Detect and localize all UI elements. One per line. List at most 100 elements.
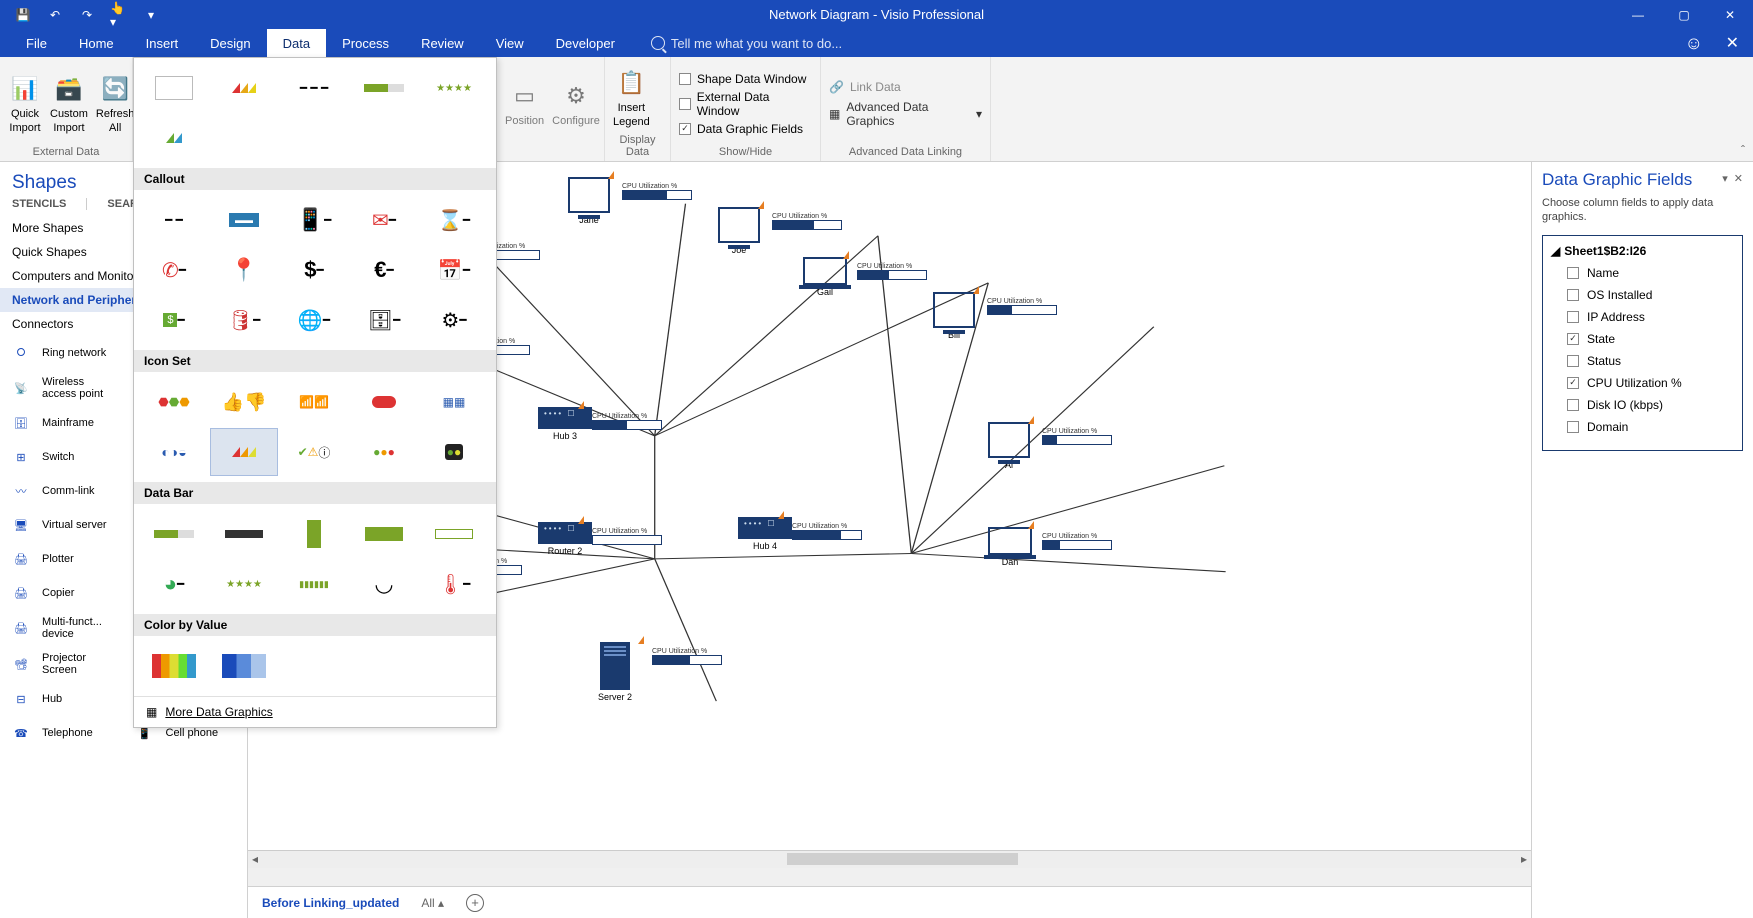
callout-item-globe[interactable]: 🌐━ — [280, 296, 348, 344]
databar-item-stars[interactable]: ★★★★ — [210, 560, 278, 608]
node-hub3[interactable]: Hub 3 — [538, 407, 592, 441]
node-gail[interactable]: Gail — [803, 257, 847, 297]
callout-item-gear[interactable]: ⚙━ — [420, 296, 488, 344]
close-button[interactable]: ✕ — [1707, 0, 1753, 29]
iconset-item-wifi[interactable]: 📶📶 — [280, 378, 348, 426]
stencil-item[interactable]: ⊟Hub — [0, 682, 124, 716]
stencil-item[interactable]: 📽Projector Screen — [0, 646, 124, 682]
callout-item-server[interactable]: 🗄━ — [350, 296, 418, 344]
stencil-item[interactable]: 🖨Copier — [0, 576, 124, 610]
horizontal-scrollbar[interactable]: ◂ ▸ — [248, 850, 1531, 868]
databar-item[interactable] — [420, 510, 488, 558]
callout-item-mail[interactable]: ✉━ — [350, 196, 418, 244]
field-checkbox-disk-io-kbps-[interactable]: Disk IO (kbps) — [1549, 394, 1736, 416]
link-data-button[interactable]: 🔗Link Data — [829, 78, 901, 96]
qat-customize-icon[interactable]: ▾ — [142, 6, 160, 24]
node-jane[interactable]: Jane — [568, 177, 610, 225]
pane-close-icon[interactable]: ✕ — [1734, 172, 1743, 185]
shape-data-window-checkbox[interactable]: Shape Data Window — [679, 70, 806, 88]
advanced-data-graphics-button[interactable]: ▦Advanced Data Graphics ▾ — [829, 98, 982, 130]
ribbon-close-button[interactable]: ✕ — [1726, 33, 1739, 53]
redo-icon[interactable]: ↷ — [78, 6, 96, 24]
restore-button[interactable]: ▢ — [1661, 0, 1707, 29]
node-al[interactable]: Al — [988, 422, 1030, 470]
iconset-item-status[interactable]: ✔⚠ⓘ — [280, 428, 348, 476]
minimize-button[interactable]: — — [1615, 0, 1661, 29]
databar-item[interactable] — [280, 510, 348, 558]
pane-menu-icon[interactable]: ▾ — [1722, 172, 1728, 185]
stencil-item[interactable]: 〰Comm-link — [0, 474, 124, 508]
databar-item[interactable] — [350, 510, 418, 558]
node-dan[interactable]: Dan — [988, 527, 1032, 567]
field-checkbox-domain[interactable]: Domain — [1549, 416, 1736, 438]
gallery-item-flags[interactable] — [210, 64, 278, 112]
data-graphic-fields-checkbox[interactable]: ✓Data Graphic Fields — [679, 120, 803, 138]
quick-import-button[interactable]: 📊 Quick Import — [8, 72, 42, 134]
databar-item-pie[interactable]: ◕━ — [140, 560, 208, 608]
stencil-item[interactable]: 🖨Multi-funct... device — [0, 610, 124, 646]
colorbyvalue-item-rainbow[interactable] — [140, 642, 208, 690]
field-checkbox-cpu-utilization-[interactable]: ✓CPU Utilization % — [1549, 372, 1736, 394]
callout-item-database[interactable]: 🛢━ — [210, 296, 278, 344]
callout-item-dollar[interactable]: $━ — [280, 246, 348, 294]
tab-design[interactable]: Design — [194, 29, 266, 57]
stencil-item[interactable]: 📡Wireless access point — [0, 370, 124, 406]
databar-item-thermo[interactable]: 🌡━ — [420, 560, 488, 608]
tab-review[interactable]: Review — [405, 29, 480, 57]
databar-item[interactable] — [140, 510, 208, 558]
more-data-graphics-button[interactable]: ▦ More Data Graphics — [134, 696, 496, 727]
stencil-item[interactable]: 🖨Plotter — [0, 542, 124, 576]
databar-item-people[interactable]: ▮▮▮▮▮▮ — [280, 560, 348, 608]
callout-item-calendar[interactable]: 📅━ — [420, 246, 488, 294]
field-checkbox-name[interactable]: Name — [1549, 262, 1736, 284]
node-joe[interactable]: Joe — [718, 207, 760, 255]
callout-item[interactable]: ▬▬ — [210, 196, 278, 244]
node-server2[interactable]: Server 2 — [598, 642, 632, 702]
colorbyvalue-item-blues[interactable] — [210, 642, 278, 690]
iconset-item-grid[interactable]: ▦▦ — [420, 378, 488, 426]
callout-item-euro[interactable]: €━ — [350, 246, 418, 294]
tab-insert[interactable]: Insert — [130, 29, 195, 57]
node-bill[interactable]: Bill — [933, 292, 975, 340]
iconset-item-flags-selected[interactable] — [210, 428, 278, 476]
external-data-window-checkbox[interactable]: External Data Window — [679, 88, 812, 120]
iconset-item-traffic[interactable]: ●● — [420, 428, 488, 476]
stencil-item[interactable]: 🗄Mainframe — [0, 406, 124, 440]
databar-item-gauge[interactable]: ◡ — [350, 560, 418, 608]
callout-item-hourglass[interactable]: ⌛━ — [420, 196, 488, 244]
data-source-header[interactable]: ◢Sheet1$B2:I26 — [1549, 240, 1736, 262]
node-router2[interactable]: Router 2 — [538, 522, 592, 556]
scroll-right-icon[interactable]: ▸ — [1521, 852, 1527, 866]
iconset-item-thumbs[interactable]: 👍👎 — [210, 378, 278, 426]
add-sheet-button[interactable]: + — [466, 894, 484, 912]
callout-item-phone2[interactable]: ✆━ — [140, 246, 208, 294]
insert-legend-button[interactable]: 📋 Insert Legend — [613, 66, 650, 128]
save-icon[interactable]: 💾 — [14, 6, 32, 24]
gallery-item-divider-lines[interactable]: ━ ━ ━ — [280, 64, 348, 112]
iconset-item-lights[interactable]: ●●● — [350, 428, 418, 476]
sheet-tab-active[interactable]: Before Linking_updated — [262, 896, 399, 910]
gallery-item-none[interactable] — [140, 64, 208, 112]
stencils-tab[interactable]: STENCILS — [12, 198, 87, 210]
undo-icon[interactable]: ↶ — [46, 6, 64, 24]
stencil-item[interactable]: ⭘Ring network — [0, 336, 124, 370]
databar-item[interactable] — [210, 510, 278, 558]
node-hub4[interactable]: Hub 4 — [738, 517, 792, 551]
touch-mode-icon[interactable]: 👆▾ — [110, 6, 128, 24]
tab-home[interactable]: Home — [63, 29, 130, 57]
callout-item-pin[interactable]: 📍 — [210, 246, 278, 294]
iconset-item-pies[interactable]: ◐◑◒ — [140, 428, 208, 476]
field-checkbox-ip-address[interactable]: IP Address — [1549, 306, 1736, 328]
tell-me-search[interactable]: Tell me what you want to do... — [651, 36, 842, 51]
scroll-left-icon[interactable]: ◂ — [252, 852, 258, 866]
refresh-all-button[interactable]: 🔄 Refresh All — [96, 72, 135, 134]
iconset-item-shields[interactable]: ⬣⬣⬣ — [140, 378, 208, 426]
callout-item[interactable]: ━ ━ — [140, 196, 208, 244]
stencil-item[interactable]: 🖥Virtual server — [0, 508, 124, 542]
feedback-smile-icon[interactable]: ☺ — [1685, 33, 1703, 54]
field-checkbox-os-installed[interactable]: OS Installed — [1549, 284, 1736, 306]
gallery-item-progress[interactable] — [350, 64, 418, 112]
iconset-item-toggle[interactable] — [350, 378, 418, 426]
field-checkbox-status[interactable]: Status — [1549, 350, 1736, 372]
tab-file[interactable]: File — [10, 29, 63, 57]
